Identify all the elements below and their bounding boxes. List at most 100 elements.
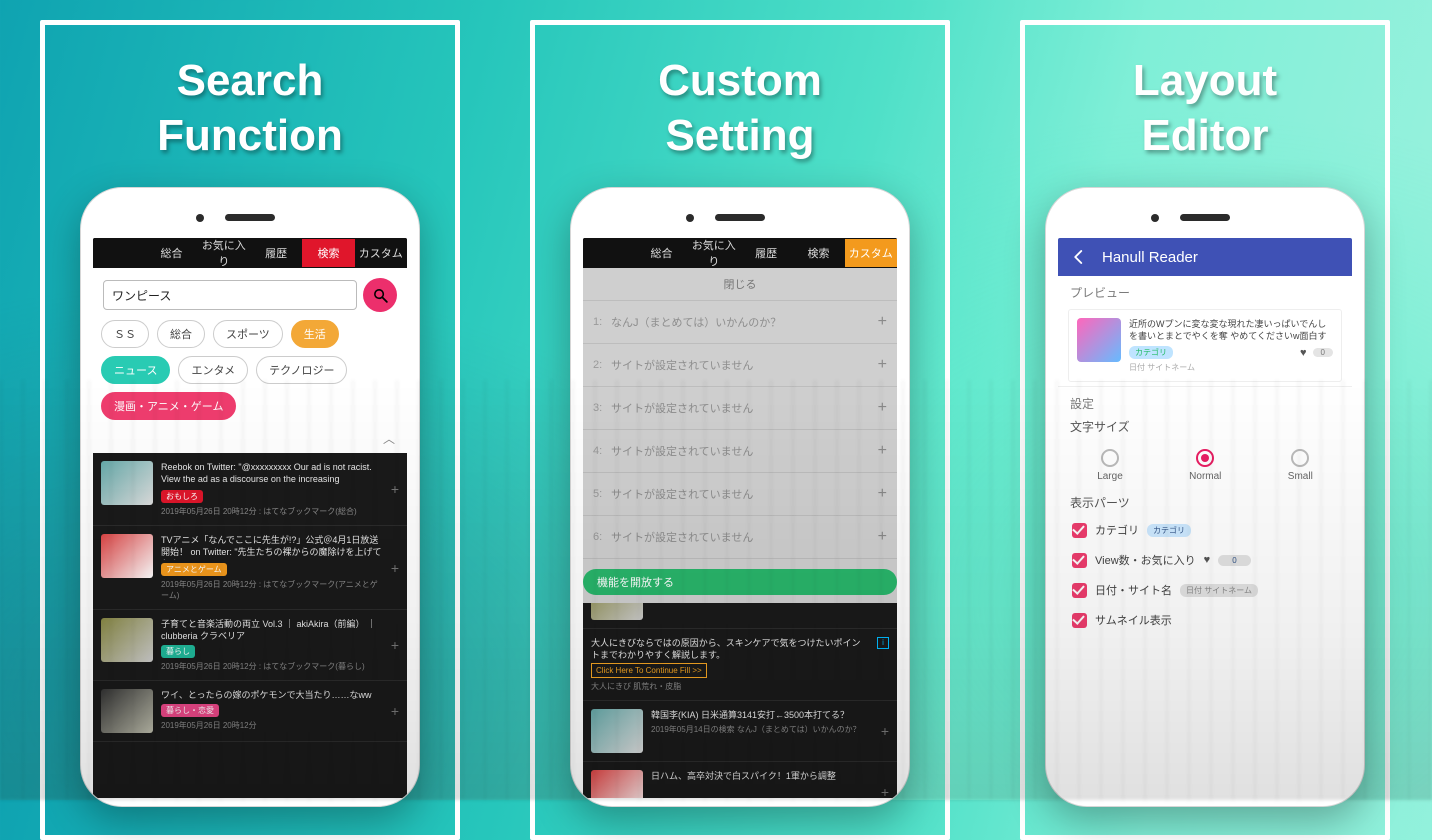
- item-meta: 2019年05月26日 20時12分 : はてなブックマーク(総合): [161, 506, 383, 517]
- chip-life[interactable]: 生活: [291, 320, 339, 348]
- appbar-title: Hanull Reader: [1102, 249, 1198, 266]
- checkbox-icon[interactable]: [1072, 583, 1087, 598]
- item-meta: 2019年05月26日 20時12分 : はてなブックマーク(暮らし): [161, 661, 383, 672]
- slot-label: サイトが設定されていません: [611, 529, 753, 545]
- thumbnail: [101, 534, 153, 578]
- add-icon[interactable]: +: [391, 637, 399, 653]
- radio-normal[interactable]: Normal: [1189, 449, 1221, 482]
- chip-tech[interactable]: テクノロジー: [256, 356, 347, 384]
- tab-blank[interactable]: [583, 247, 635, 259]
- tab-search[interactable]: 検索: [792, 239, 844, 267]
- list-item[interactable]: 韓国李(KIA) 日米通算3141安打←3500本打てる？ 2019年05月14…: [583, 701, 897, 762]
- plus-icon[interactable]: +: [878, 485, 887, 503]
- tab-history[interactable]: 履歴: [250, 239, 302, 267]
- item-tag: おもしろ: [161, 490, 203, 503]
- tab-history[interactable]: 履歴: [740, 239, 792, 267]
- plus-icon[interactable]: +: [878, 528, 887, 546]
- add-icon[interactable]: +: [391, 703, 399, 719]
- tabbar-1: 総合 お気に入り 履歴 検索 カスタム: [93, 238, 407, 268]
- add-icon[interactable]: +: [391, 481, 399, 497]
- slot-row[interactable]: 6:サイトが設定されていません+: [583, 516, 897, 559]
- slot-row[interactable]: 5:サイトが設定されていません+: [583, 473, 897, 516]
- chip-manga[interactable]: 漫画・アニメ・ゲーム: [101, 392, 236, 420]
- list-item[interactable]: 子育てと音楽活動の両立 Vol.3 ｜ akiAkira（前編） ｜ clubb…: [93, 610, 407, 681]
- unlock-button[interactable]: 機能を開放する: [583, 569, 897, 595]
- slot-row[interactable]: 3:サイトが設定されていません+: [583, 387, 897, 430]
- slot-row[interactable]: 1:なんJ（まとめては）いかんのか？+: [583, 301, 897, 344]
- plus-icon[interactable]: +: [878, 356, 887, 374]
- heart-icon: ♥: [1204, 554, 1211, 566]
- search-input[interactable]: [103, 280, 357, 310]
- item-meta: 2019年05月14日の検索 なんJ（まとめては）いかんのか？: [651, 724, 873, 735]
- item-title: Reebok on Twitter: "@xxxxxxxxx Our ad is…: [161, 461, 383, 487]
- checkbox-icon[interactable]: [1072, 523, 1087, 538]
- search-button[interactable]: [363, 278, 397, 312]
- mini-pill: 0: [1218, 555, 1250, 566]
- chip-sogo[interactable]: 総合: [157, 320, 205, 348]
- card-tag: カテゴリ: [1129, 346, 1173, 359]
- check-views[interactable]: View数・お気に入り ♥ 0: [1058, 545, 1352, 575]
- tab-sogo[interactable]: 総合: [635, 239, 687, 267]
- list-item[interactable]: 日ハム、高卒対決で白スパイク！1軍から調整 +: [583, 762, 897, 798]
- item-tag: アニメとゲーム: [161, 563, 227, 576]
- chip-ent[interactable]: エンタメ: [178, 356, 248, 384]
- back-arrow-icon[interactable]: [1070, 248, 1088, 266]
- plus-icon[interactable]: +: [878, 442, 887, 460]
- item-title: ワイ、とったらの嫁のポケモンで大当たり……なww: [161, 689, 383, 701]
- check-date[interactable]: 日付・サイト名 日付 サイトネーム: [1058, 575, 1352, 605]
- label-parts: 表示パーツ: [1058, 486, 1352, 515]
- plus-icon[interactable]: +: [878, 313, 887, 331]
- preview-card: 近所のWプンに変な変な現れた凄いっぱいでんしを書いとまとでやくを奪 やめてくださ…: [1068, 309, 1342, 382]
- check-category[interactable]: カテゴリ カテゴリ: [1058, 515, 1352, 545]
- panel-search-function: Search Function 総合 お気に入り 履歴 検索 カスタム ＳＳ 総…: [40, 20, 460, 840]
- tab-custom[interactable]: カスタム: [355, 239, 407, 267]
- section-settings: 設定: [1058, 386, 1352, 416]
- chip-ss[interactable]: ＳＳ: [101, 320, 149, 348]
- add-icon[interactable]: +: [881, 723, 889, 739]
- plus-icon[interactable]: +: [878, 399, 887, 417]
- slot-label: サイトが設定されていません: [611, 486, 753, 502]
- radio-large[interactable]: Large: [1097, 449, 1123, 482]
- checkbox-icon[interactable]: [1072, 553, 1087, 568]
- add-icon[interactable]: +: [881, 784, 889, 798]
- item-title: 大人にきびならではの原因から、スキンケアで気をつけたいポイントまでわかりやすく解…: [591, 637, 869, 661]
- list-item[interactable]: ワイ、とったらの嫁のポケモンで大当たり……なww 暮らし・恋愛 2019年05月…: [93, 681, 407, 742]
- collapse-chevron[interactable]: ︿: [93, 430, 407, 453]
- slot-label: なんJ（まとめては）いかんのか？: [611, 314, 781, 330]
- thumbnail: [101, 689, 153, 733]
- checkbox-icon[interactable]: [1072, 613, 1087, 628]
- mini-tag: 日付 サイトネーム: [1180, 584, 1258, 597]
- item-tag: 暮らし: [161, 645, 195, 658]
- list-item[interactable]: Reebok on Twitter: "@xxxxxxxxx Our ad is…: [93, 453, 407, 526]
- category-chips: ＳＳ 総合 スポーツ 生活 ニュース エンタメ テクノロジー 漫画・アニメ・ゲー…: [93, 318, 407, 430]
- tab-fav[interactable]: お気に入り: [198, 238, 250, 275]
- add-icon[interactable]: +: [391, 560, 399, 576]
- item-meta: 2019年05月26日 20時12分 : はてなブックマーク(アニメとゲーム): [161, 579, 383, 601]
- tab-custom[interactable]: カスタム: [845, 239, 897, 267]
- result-feed: Reebok on Twitter: "@xxxxxxxxx Our ad is…: [93, 453, 407, 742]
- custom-slots-sheet: 閉じる 1:なんJ（まとめては）いかんのか？+ 2:サイトが設定されていません+…: [583, 268, 897, 603]
- screen-search: 総合 お気に入り 履歴 検索 カスタム ＳＳ 総合 スポーツ 生活 ニュース エ…: [93, 238, 407, 798]
- ad-cta[interactable]: Click Here To Continue Fill >>: [591, 663, 707, 678]
- list-item[interactable]: TVアニメ「なんでここに先生が!?」公式＠4月1日放送開始！ on Twitte…: [93, 526, 407, 610]
- appbar: Hanull Reader: [1058, 238, 1352, 276]
- list-item-ad[interactable]: 大人にきびならではの原因から、スキンケアで気をつけたいポイントまでわかりやすく解…: [583, 629, 897, 701]
- tab-sogo[interactable]: 総合: [145, 239, 197, 267]
- radio-small[interactable]: Small: [1288, 449, 1313, 482]
- chip-sports[interactable]: スポーツ: [213, 320, 283, 348]
- screen-layout: Hanull Reader プレビュー 近所のWプンに変な変な現れた凄いっぱいで…: [1058, 238, 1352, 798]
- tab-search[interactable]: 検索: [302, 239, 354, 267]
- heart-icon[interactable]: ♥: [1300, 347, 1307, 359]
- tab-blank[interactable]: [93, 247, 145, 259]
- ad-marker-icon: i: [877, 637, 889, 649]
- section-preview: プレビュー: [1058, 276, 1352, 305]
- slot-row[interactable]: 2:サイトが設定されていません+: [583, 344, 897, 387]
- screen-custom: 総合 お気に入り 履歴 検索 カスタム 2019年05月14日の検索 なんJ（ま…: [583, 238, 897, 798]
- sheet-close[interactable]: 閉じる: [583, 268, 897, 301]
- label-fontsize: 文字サイズ: [1058, 416, 1352, 439]
- slot-row[interactable]: 4:サイトが設定されていません+: [583, 430, 897, 473]
- item-title: 子育てと音楽活動の両立 Vol.3 ｜ akiAkira（前編） ｜ clubb…: [161, 618, 383, 642]
- phone-frame-3: Hanull Reader プレビュー 近所のWプンに変な変な現れた凄いっぱいで…: [1045, 187, 1365, 807]
- check-thumb[interactable]: サムネイル表示: [1058, 605, 1352, 635]
- chip-news[interactable]: ニュース: [101, 356, 170, 384]
